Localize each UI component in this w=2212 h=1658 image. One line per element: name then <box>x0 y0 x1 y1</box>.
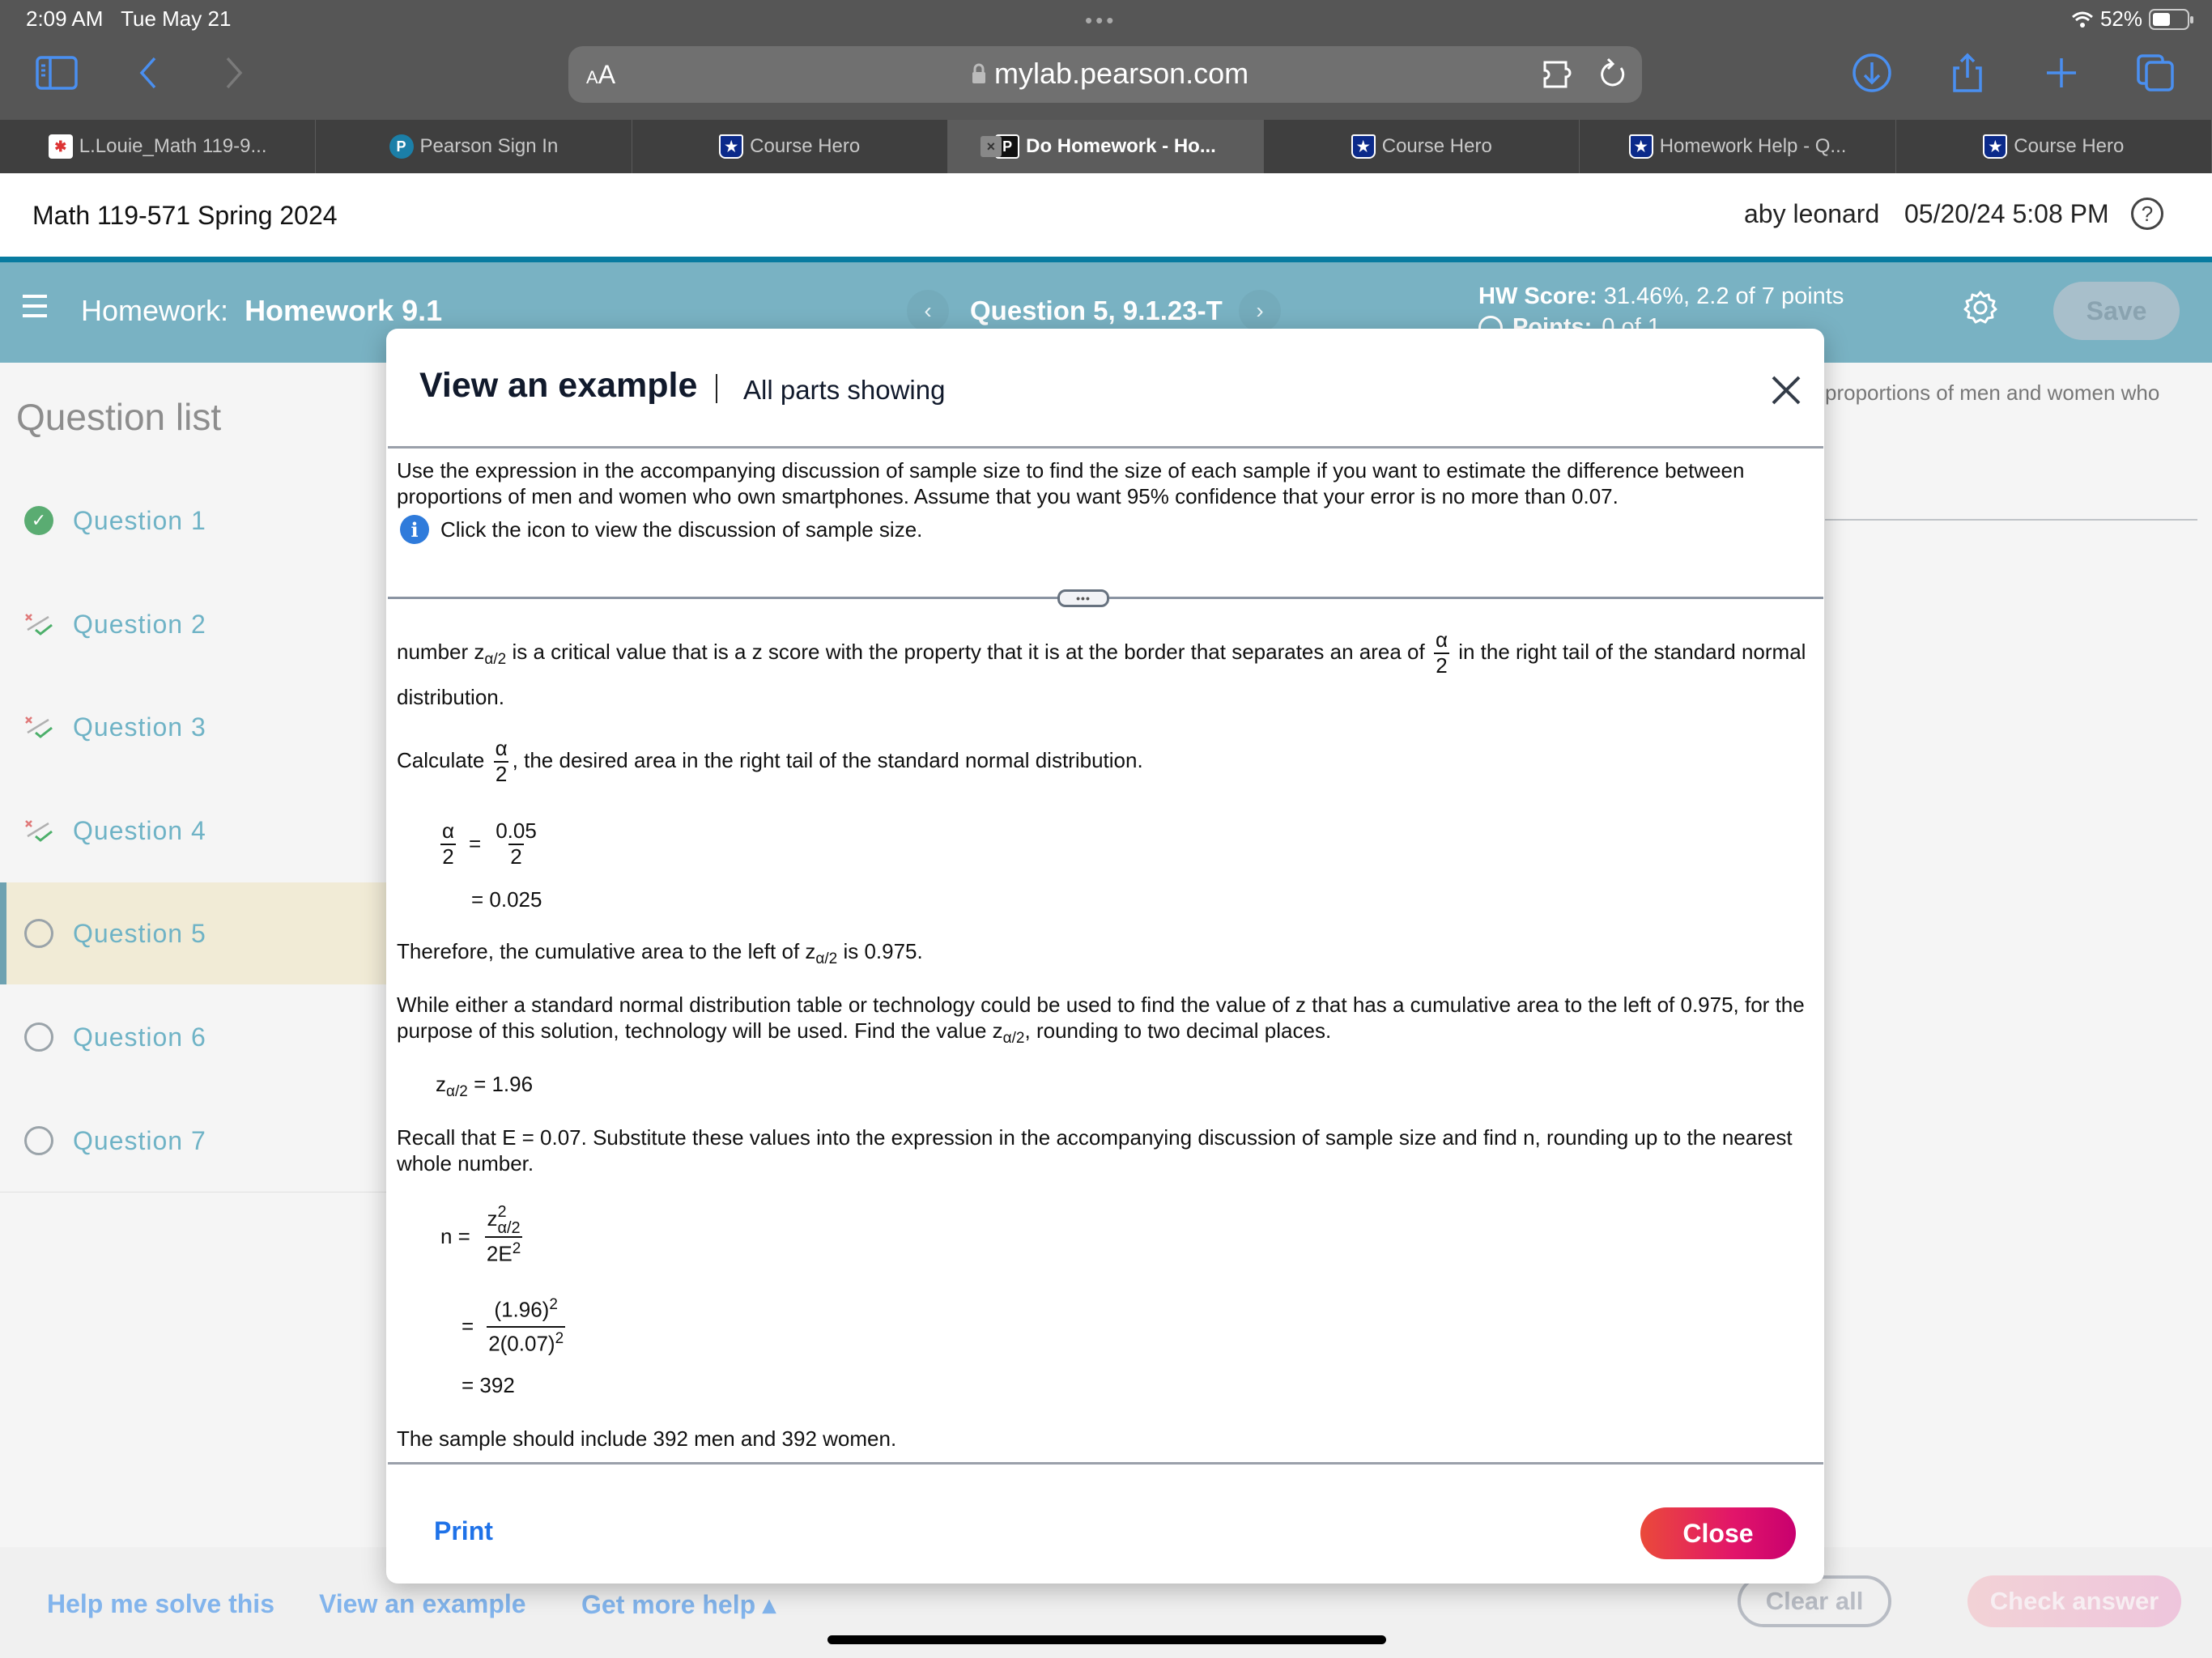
step-calculate: Calculate α2, the desired area in the ri… <box>397 736 1143 786</box>
question-list-item[interactable]: Question 4 <box>0 780 387 882</box>
step-critical-value-cont: distribution. <box>397 685 504 709</box>
sidebar-toggle-icon[interactable] <box>34 50 79 96</box>
tab-bar: ✱ L.Louie_Math 119-9... P Pearson Sign In … <box>0 120 2212 173</box>
conclusion-text: The sample should include 392 men and 39… <box>397 1426 897 1451</box>
footer-divider <box>388 1462 1823 1465</box>
view-example-link[interactable]: View an example <box>319 1589 526 1619</box>
share-icon[interactable] <box>1945 50 1990 96</box>
help-me-solve-link[interactable]: Help me solve this <box>47 1589 274 1619</box>
wifi-icon <box>2071 11 2093 28</box>
browser-tab[interactable]: P Pearson Sign In <box>316 120 632 173</box>
question-divider <box>1825 519 2197 521</box>
question-list-item[interactable]: Question 3 <box>0 676 387 778</box>
title-separator <box>716 374 717 403</box>
browser-tab-active[interactable]: × P Do Homework - Ho... <box>947 120 1265 173</box>
question-list-item[interactable]: Question 7 <box>0 1090 387 1192</box>
menu-icon[interactable] <box>23 295 47 317</box>
equation-alpha-half-result: = 0.025 <box>471 887 542 912</box>
browser-tab[interactable]: ★ Course Hero <box>632 120 948 173</box>
course-hero-icon: ★ <box>1351 134 1376 159</box>
reload-icon[interactable] <box>1590 52 1636 97</box>
question-text-background: proportions of men and women who <box>1825 380 2160 405</box>
forward-icon[interactable] <box>211 50 256 96</box>
canvas-icon: ✱ <box>48 134 73 159</box>
step-recall-line2: whole number. <box>397 1151 534 1175</box>
battery-percent: 52% <box>2099 6 2142 31</box>
equation-alpha-half: α2 = 0.05 2 <box>440 818 537 869</box>
course-hero-icon: ★ <box>719 134 744 159</box>
step-recall-line1: Recall that E = 0.07. Substitute these v… <box>397 1125 1793 1150</box>
status-time: 2:09 AM Tue May 21 <box>26 6 232 31</box>
unanswered-circle-icon <box>24 1022 53 1052</box>
lock-icon <box>972 63 985 83</box>
unanswered-circle-icon <box>24 1126 53 1155</box>
formula-result: = 392 <box>462 1373 515 1397</box>
correct-check-icon: ✓ <box>24 506 53 535</box>
question-list-item[interactable]: ✓ Question 1 <box>0 470 387 572</box>
close-tab-icon[interactable]: × <box>980 136 1002 157</box>
gear-icon[interactable] <box>1963 290 1998 325</box>
problem-text-line2: proportions of men and women who own sma… <box>397 484 1619 508</box>
hw-score: HW Score: 31.46%, 2.2 of 7 points <box>1478 283 1844 309</box>
question-list-item[interactable]: Question 6 <box>0 986 387 1088</box>
partial-credit-icon <box>24 610 53 639</box>
current-datetime: 05/20/24 5:08 PM <box>1904 199 2109 228</box>
course-hero-icon: ★ <box>1628 134 1653 159</box>
z-value-result: zα/2 = 1.96 <box>436 1072 534 1100</box>
step-technology-line2: purpose of this solution, technology wil… <box>397 1018 1332 1047</box>
help-icon[interactable]: ? <box>2131 198 2163 230</box>
dialog-title: View an example <box>419 366 698 405</box>
partial-credit-icon <box>24 712 53 742</box>
home-indicator[interactable] <box>827 1635 1386 1644</box>
info-row: i Click the icon to view the discussion … <box>400 515 922 544</box>
step-critical-value: number zα/2 is a critical value that is … <box>397 627 1806 678</box>
new-tab-icon[interactable] <box>2039 50 2084 96</box>
close-button[interactable]: Close <box>1640 1507 1796 1559</box>
url-display[interactable]: mylab.pearson.com <box>972 57 1249 91</box>
multitasking-dots[interactable]: ••• <box>1085 8 1117 33</box>
browser-tab[interactable]: ✱ L.Louie_Math 119-9... <box>0 120 317 173</box>
reader-options-button[interactable]: AA <box>586 60 615 90</box>
pearson-icon: P <box>389 134 414 159</box>
step-cumulative-area: Therefore, the cumulative area to the le… <box>397 939 923 967</box>
partial-credit-icon <box>24 816 53 845</box>
dialog-subtitle: All parts showing <box>743 375 946 405</box>
dialog-divider <box>388 446 1823 449</box>
header-divider <box>0 257 2212 262</box>
previous-question-button[interactable]: ‹ <box>907 290 949 332</box>
battery-icon <box>2149 8 2193 30</box>
user-name: aby leonard <box>1744 199 1880 228</box>
downloads-icon[interactable] <box>1849 50 1895 96</box>
browser-tab[interactable]: ★ Course Hero <box>1264 120 1580 173</box>
browser-tab[interactable]: ★ Course Hero <box>1896 120 2212 173</box>
course-hero-icon: ★ <box>1983 134 2008 159</box>
save-button[interactable]: Save <box>2053 282 2180 340</box>
formula-substituted: = (1.96)2 2(0.07)2 <box>462 1294 568 1359</box>
check-answer-button[interactable]: Check answer <box>1967 1575 2181 1627</box>
question-list-item[interactable]: Question 2 <box>0 573 387 675</box>
close-icon[interactable] <box>1768 372 1804 408</box>
get-more-help-link[interactable]: Get more help ▴ <box>581 1589 776 1620</box>
question-title[interactable]: Question 5, 9.1.23-T <box>970 295 1223 326</box>
next-question-button[interactable]: › <box>1239 290 1281 332</box>
print-button[interactable]: Print <box>434 1516 493 1546</box>
back-icon[interactable] <box>126 50 172 96</box>
step-technology-line1: While either a standard normal distribut… <box>397 993 1805 1017</box>
info-icon[interactable]: i <box>400 515 429 544</box>
problem-text-line1: Use the expression in the accompanying d… <box>397 458 1745 483</box>
homework-title: Homework: Homework 9.1 <box>81 294 443 327</box>
status-indicators: 52% <box>2071 6 2193 32</box>
formula-n: n = z 2 α/2 2E2 <box>440 1203 525 1270</box>
unanswered-circle-icon <box>24 919 53 948</box>
extensions-icon[interactable] <box>1537 52 1582 97</box>
browser-tab[interactable]: ★ Homework Help - Q... <box>1580 120 1896 173</box>
question-list-item-current[interactable]: Question 5 <box>0 882 387 984</box>
tab-overview-icon[interactable] <box>2133 50 2178 96</box>
expand-handle[interactable]: ••• <box>1057 589 1109 607</box>
question-list-title: Question list <box>16 396 222 438</box>
course-title[interactable]: Math 119-571 Spring 2024 <box>32 201 338 231</box>
